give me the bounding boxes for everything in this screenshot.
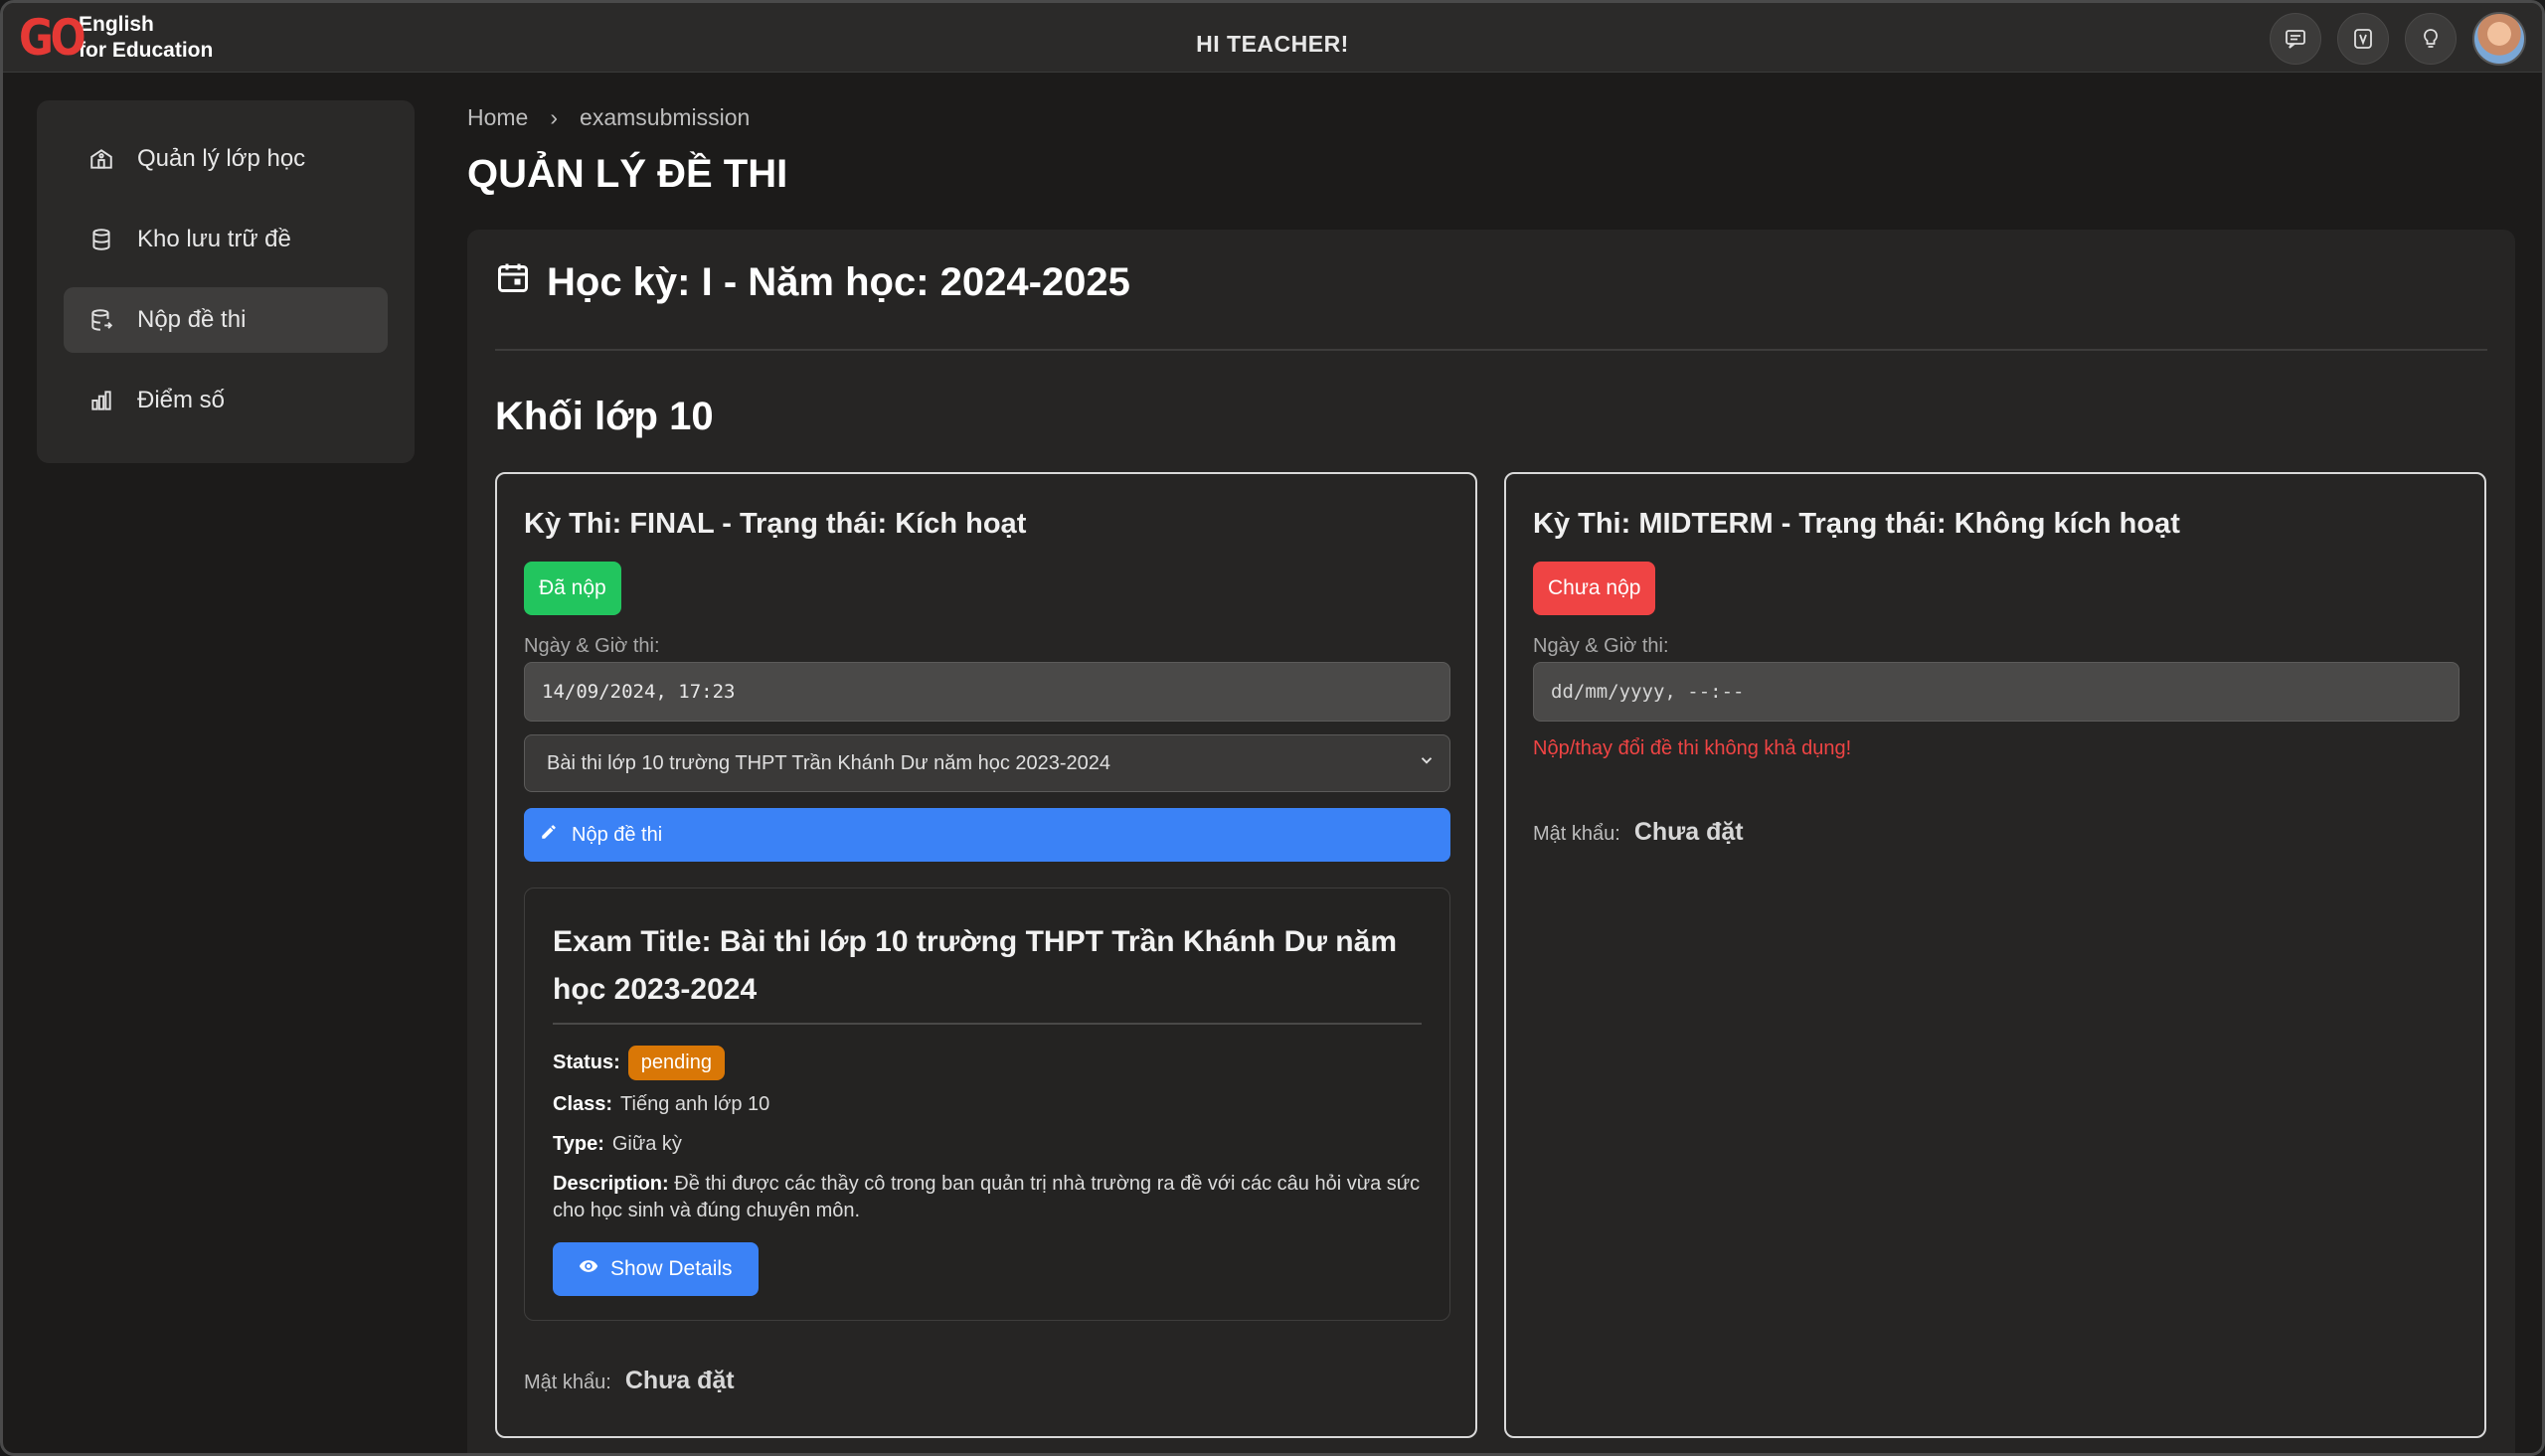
breadcrumb-home[interactable]: Home — [467, 104, 528, 131]
school-icon — [87, 145, 115, 173]
sidebar-item-exam-storage[interactable]: Kho lưu trữ đề — [64, 207, 388, 272]
status-label: Status: — [553, 1052, 620, 1073]
divider — [495, 349, 2487, 351]
semester-label: Học kỳ: I - Năm học: 2024-2025 — [547, 259, 1130, 304]
lightbulb-icon[interactable] — [2405, 13, 2457, 65]
sidebar-item-class-management[interactable]: Quản lý lớp học — [64, 126, 388, 192]
warning-message: Nộp/thay đổi đề thi không khả dụng! — [1533, 737, 1852, 759]
exam-select[interactable]: Bài thi lớp 10 trường THPT Trần Khánh Dư… — [524, 734, 1450, 792]
calendar-icon — [495, 259, 531, 305]
show-details-label: Show Details — [610, 1257, 733, 1280]
submit-exam-button[interactable]: Nộp đề thi — [524, 808, 1450, 862]
password-label: Mật khẩu: — [1533, 823, 1620, 845]
type-row: Type: Giữa kỳ — [553, 1133, 682, 1156]
exam-detail-title: Exam Title: Bài thi lớp 10 trường THPT T… — [553, 925, 1397, 1006]
status-badge: Đã nộp — [524, 562, 621, 615]
exam-card-title: Kỳ Thi: MIDTERM - Trạng thái: Không kích… — [1533, 508, 2180, 540]
type-value: Giữa kỳ — [611, 1133, 682, 1155]
top-bar: GO English for Education HI TEACHER! — [3, 3, 2542, 73]
class-value: Tiếng anh lớp 10 — [620, 1093, 770, 1115]
sidebar-item-label: Nộp đề thi — [137, 306, 247, 333]
sidebar-item-label: Quản lý lớp học — [137, 145, 306, 172]
breadcrumb: Home › examsubmission — [467, 104, 750, 131]
semester-heading: Học kỳ: I - Năm học: 2024-2025 — [495, 259, 1130, 305]
password-label: Mật khẩu: — [524, 1372, 611, 1393]
vocab-icon[interactable] — [2337, 13, 2389, 65]
password-value: Chưa đặt — [1633, 818, 1744, 846]
datetime-label: Ngày & Giờ thi: — [1533, 635, 1669, 657]
database-icon — [87, 226, 115, 253]
exam-card-title: Kỳ Thi: FINAL - Trạng thái: Kích hoạt — [524, 508, 1027, 540]
datetime-input[interactable]: 14/09/2024, 17:23 — [524, 662, 1450, 722]
description-value: Đề thi được các thầy cô trong ban quản t… — [553, 1173, 1421, 1221]
sidebar-item-label: Điểm số — [137, 387, 226, 413]
datetime-label: Ngày & Giờ thi: — [524, 635, 660, 657]
submit-database-icon — [87, 306, 115, 334]
divider — [553, 1023, 1422, 1025]
exam-detail-box: Exam Title: Bài thi lớp 10 trường THPT T… — [524, 888, 1450, 1321]
sidebar-item-submit-exam[interactable]: Nộp đề thi — [64, 287, 388, 353]
chat-icon[interactable] — [2270, 13, 2321, 65]
exam-select-value: Bài thi lớp 10 trường THPT Trần Khánh Dư… — [547, 751, 1111, 774]
page-title: QUẢN LÝ ĐỀ THI — [467, 152, 788, 196]
sidebar-item-scores[interactable]: Điểm số — [64, 368, 388, 433]
type-label: Type: — [553, 1133, 604, 1155]
pending-badge: pending — [627, 1046, 725, 1080]
pencil-icon — [540, 823, 558, 847]
class-label: Class: — [553, 1093, 613, 1115]
submit-exam-label: Nộp đề thi — [572, 823, 663, 846]
breadcrumb-current: examsubmission — [580, 104, 751, 130]
app-window: GO English for Education HI TEACHER! Quả… — [0, 0, 2545, 1456]
status-row: Status: pending — [553, 1046, 725, 1080]
grade-heading: Khối lớp 10 — [495, 395, 714, 438]
status-badge: Chưa nộp — [1533, 562, 1656, 615]
class-row: Class: Tiếng anh lớp 10 — [553, 1093, 769, 1116]
chart-icon — [87, 387, 115, 414]
chevron-right-icon: › — [550, 104, 559, 130]
description-row: Description: Đề thi được các thầy cô tro… — [553, 1171, 1428, 1224]
chevron-down-icon — [1418, 751, 1436, 775]
password-row: Mật khẩu: Chưa đặt — [524, 1367, 735, 1395]
exam-card-midterm: Kỳ Thi: MIDTERM - Trạng thái: Không kích… — [1504, 472, 2486, 1438]
sidebar-item-label: Kho lưu trữ đề — [137, 226, 291, 252]
password-value: Chưa đặt — [624, 1367, 735, 1394]
user-avatar[interactable] — [2472, 12, 2526, 66]
exam-panel: Học kỳ: I - Năm học: 2024-2025 Khối lớp … — [467, 230, 2515, 1453]
show-details-button[interactable]: Show Details — [553, 1242, 759, 1296]
exam-card-final: Kỳ Thi: FINAL - Trạng thái: Kích hoạt Đã… — [495, 472, 1477, 1438]
eye-icon — [579, 1256, 598, 1282]
header-greeting: HI TEACHER! — [1196, 31, 1349, 57]
datetime-input[interactable]: dd/mm/yyyy, --:-- — [1533, 662, 2460, 722]
description-label: Description: — [553, 1173, 669, 1195]
password-row: Mật khẩu: Chưa đặt — [1533, 818, 1744, 847]
sidebar: Quản lý lớp học Kho lưu trữ đề Nộp đề th… — [37, 100, 415, 463]
top-icons — [2270, 12, 2526, 66]
